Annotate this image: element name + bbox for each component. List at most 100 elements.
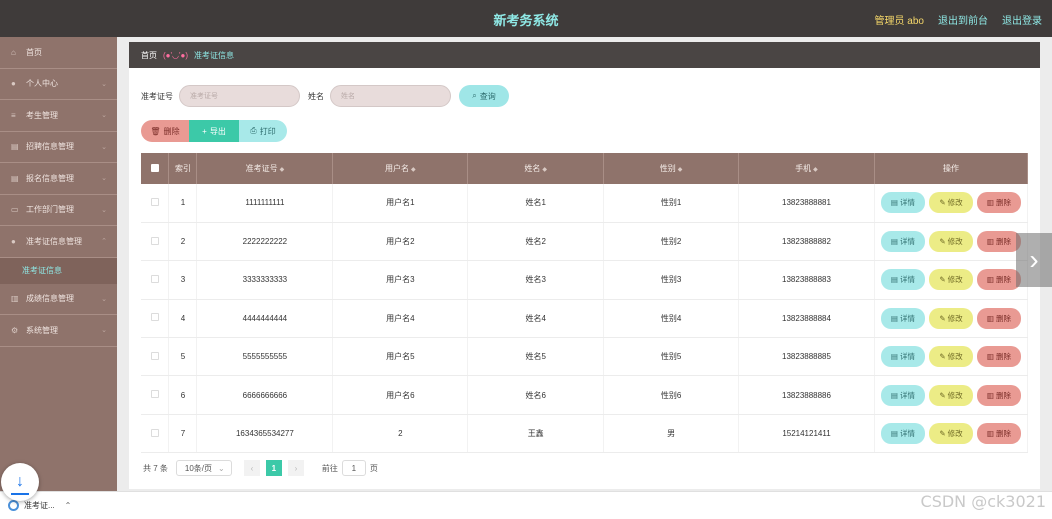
edit-icon: ✎ xyxy=(939,198,946,208)
batch-delete-button[interactable]: 🗑 删除 xyxy=(141,120,189,142)
row-checkbox[interactable] xyxy=(150,274,159,283)
header-phone[interactable]: 手机 ◆ xyxy=(738,153,875,184)
print-button[interactable]: ⎙ 打印 xyxy=(239,120,287,142)
row-delete-button[interactable]: ▥ 删除 xyxy=(976,269,1021,291)
total-count: 共 7 条 xyxy=(143,463,168,473)
table-row[interactable]: 2 2222222222 用户名2 姓名2 性别2 13823888882 ▤ 详情 ✎ 修改 ▥ 删… xyxy=(141,222,1029,262)
row-checkbox-cell[interactable] xyxy=(141,299,170,339)
sidebar-subitem-ticket-info[interactable]: 准考证信息 xyxy=(0,257,117,284)
detail-button[interactable]: ▤ 详情 xyxy=(880,346,925,368)
row-checkbox[interactable] xyxy=(150,351,159,360)
query-button[interactable]: ⌕ 查询 xyxy=(459,85,509,107)
row-delete-button[interactable]: ▥ 删除 xyxy=(976,231,1021,253)
edit-button[interactable]: ✎ 修改 xyxy=(928,346,973,368)
select-all-checkbox[interactable] xyxy=(150,163,159,172)
edit-label: 修改 xyxy=(947,390,963,400)
ticket-number-input[interactable]: 准考证号 xyxy=(179,85,300,107)
breadcrumb-home[interactable]: 首页 xyxy=(141,50,157,61)
table-row[interactable]: 4 4444444444 用户名4 姓名4 性别4 13823888884 ▤ 详情 ✎ 修改 ▥ 删… xyxy=(141,299,1029,339)
row-delete-button[interactable]: ▥ 删除 xyxy=(976,307,1021,329)
header-operations: 操作 xyxy=(874,153,1029,184)
table-row[interactable]: 3 3333333333 用户名3 姓名3 性别3 13823888883 ▤ 详情 ✎ 修改 ▥ 删… xyxy=(141,260,1029,300)
row-checkbox-cell[interactable] xyxy=(141,184,170,223)
detail-icon: ▤ xyxy=(890,237,899,247)
sidebar-item-home[interactable]: ⌂ 首页 xyxy=(0,37,117,69)
sort-icon[interactable]: ◆ xyxy=(411,167,416,173)
edit-button[interactable]: ✎ 修改 xyxy=(928,307,973,329)
logout-link[interactable]: 退出登录 xyxy=(1002,12,1042,27)
detail-button[interactable]: ▤ 详情 xyxy=(880,423,925,445)
export-button[interactable]: + 导出 xyxy=(189,120,239,142)
sort-icon[interactable]: ◆ xyxy=(542,167,547,173)
edit-button[interactable]: ✎ 修改 xyxy=(928,192,973,214)
page-number-current[interactable]: 1 xyxy=(265,460,282,476)
sidebar-item-departments[interactable]: ▭ 工作部门管理 ⌄ xyxy=(0,195,117,226)
cell-username: 2 xyxy=(332,414,469,454)
chevron-up-icon[interactable]: ⌃ xyxy=(65,501,72,510)
row-checkbox[interactable] xyxy=(150,428,159,437)
detail-button[interactable]: ▤ 详情 xyxy=(880,231,925,253)
header-username[interactable]: 用户名 ◆ xyxy=(332,153,469,184)
edit-button[interactable]: ✎ 修改 xyxy=(928,231,973,253)
header-index: 索引 xyxy=(168,153,198,184)
table-row[interactable]: 7 1634365534277 2 王鑫男 15214121411 ▤ 详情 ✎ 修改 ▥ 删除 xyxy=(141,414,1029,454)
row-checkbox-cell[interactable] xyxy=(141,337,170,377)
edit-button[interactable]: ✎ 修改 xyxy=(928,423,973,445)
table-row[interactable]: 1 1111111111 用户名1 姓名1 性别1 13823888881 ▤ 详情 ✎ 修改 ▥ 删… xyxy=(141,184,1029,223)
sidebar-item-profile[interactable]: ● 个人中心 ⌄ xyxy=(0,69,117,100)
name-label: 姓名 xyxy=(308,91,324,101)
next-page-button[interactable]: › xyxy=(287,460,304,476)
download-fab-button[interactable]: ↓ xyxy=(1,463,39,501)
row-checkbox[interactable] xyxy=(150,236,159,245)
edit-label: 修改 xyxy=(947,237,963,247)
page-size-select[interactable]: 10条/页 ⌄ xyxy=(175,460,232,476)
detail-button[interactable]: ▤ 详情 xyxy=(880,269,925,291)
header-ticket[interactable]: 准考证号 ◆ xyxy=(196,153,334,184)
name-input[interactable]: 姓名 xyxy=(330,85,451,107)
next-slide-arrow-icon[interactable]: › xyxy=(1016,233,1052,287)
admin-label: 管理员 abo xyxy=(874,16,924,27)
cell-username: 用户名2 xyxy=(332,222,469,262)
edit-button[interactable]: ✎ 修改 xyxy=(928,384,973,406)
row-checkbox[interactable] xyxy=(150,313,159,322)
sort-icon[interactable]: ◆ xyxy=(813,167,818,173)
row-checkbox-cell[interactable] xyxy=(141,260,170,300)
download-item[interactable]: 准考证... ⌃ xyxy=(8,500,71,511)
cell-username: 用户名4 xyxy=(332,299,469,339)
row-delete-button[interactable]: ▥ 删除 xyxy=(976,384,1021,406)
cell-index: 2 xyxy=(168,222,198,262)
detail-button[interactable]: ▤ 详情 xyxy=(880,192,925,214)
edit-label: 修改 xyxy=(947,429,963,439)
table-row[interactable]: 5 5555555555 用户名5 姓名5 性别5 13823888885 ▤ 详情 ✎ 修改 ▥ 删… xyxy=(141,337,1029,377)
cell-name: 姓名5 xyxy=(467,337,605,377)
edit-button[interactable]: ✎ 修改 xyxy=(928,269,973,291)
row-checkbox-cell[interactable] xyxy=(141,222,170,262)
header-gender[interactable]: 性别 ◆ xyxy=(603,153,740,184)
prev-page-button[interactable]: ‹ xyxy=(243,460,260,476)
row-delete-button[interactable]: ▥ 删除 xyxy=(976,192,1021,214)
row-checkbox-cell[interactable] xyxy=(141,375,170,415)
header-name[interactable]: 姓名 ◆ xyxy=(467,153,605,184)
sort-icon[interactable]: ◆ xyxy=(280,167,285,173)
edit-icon: ✎ xyxy=(939,390,946,400)
sidebar-item-scores[interactable]: ▥ 成绩信息管理 ⌄ xyxy=(0,284,117,315)
sidebar-item-system[interactable]: ⚙ 系统管理 ⌄ xyxy=(0,315,117,347)
sort-icon[interactable]: ◆ xyxy=(678,167,683,173)
back-to-front-link[interactable]: 退出到前台 xyxy=(938,12,988,27)
row-checkbox[interactable] xyxy=(150,390,159,399)
row-checkbox-cell[interactable] xyxy=(141,414,170,454)
sidebar-item-admission-tickets[interactable]: ● 准考证信息管理 ⌃ xyxy=(0,226,117,258)
detail-button[interactable]: ▤ 详情 xyxy=(880,307,925,329)
row-delete-button[interactable]: ▥ 删除 xyxy=(976,346,1021,368)
sidebar-item-registration[interactable]: ▤ 报名信息管理 ⌄ xyxy=(0,163,117,195)
sidebar-item-recruitment[interactable]: ▤ 招聘信息管理 ⌄ xyxy=(0,132,117,163)
select-all-cell[interactable] xyxy=(141,153,170,184)
cell-gender: 性别5 xyxy=(603,337,740,377)
goto-page-input[interactable]: 1 xyxy=(341,460,366,476)
row-checkbox[interactable] xyxy=(150,197,159,206)
row-delete-button[interactable]: ▥ 删除 xyxy=(976,423,1021,445)
download-progress-bar xyxy=(11,493,29,495)
detail-button[interactable]: ▤ 详情 xyxy=(880,384,925,406)
table-row[interactable]: 6 6666666666 用户名6 姓名6 性别6 13823888886 ▤ 详情 ✎ 修改 ▥ 删… xyxy=(141,375,1029,415)
sidebar-item-examinees[interactable]: ≡ 考生管理 ⌄ xyxy=(0,100,117,132)
